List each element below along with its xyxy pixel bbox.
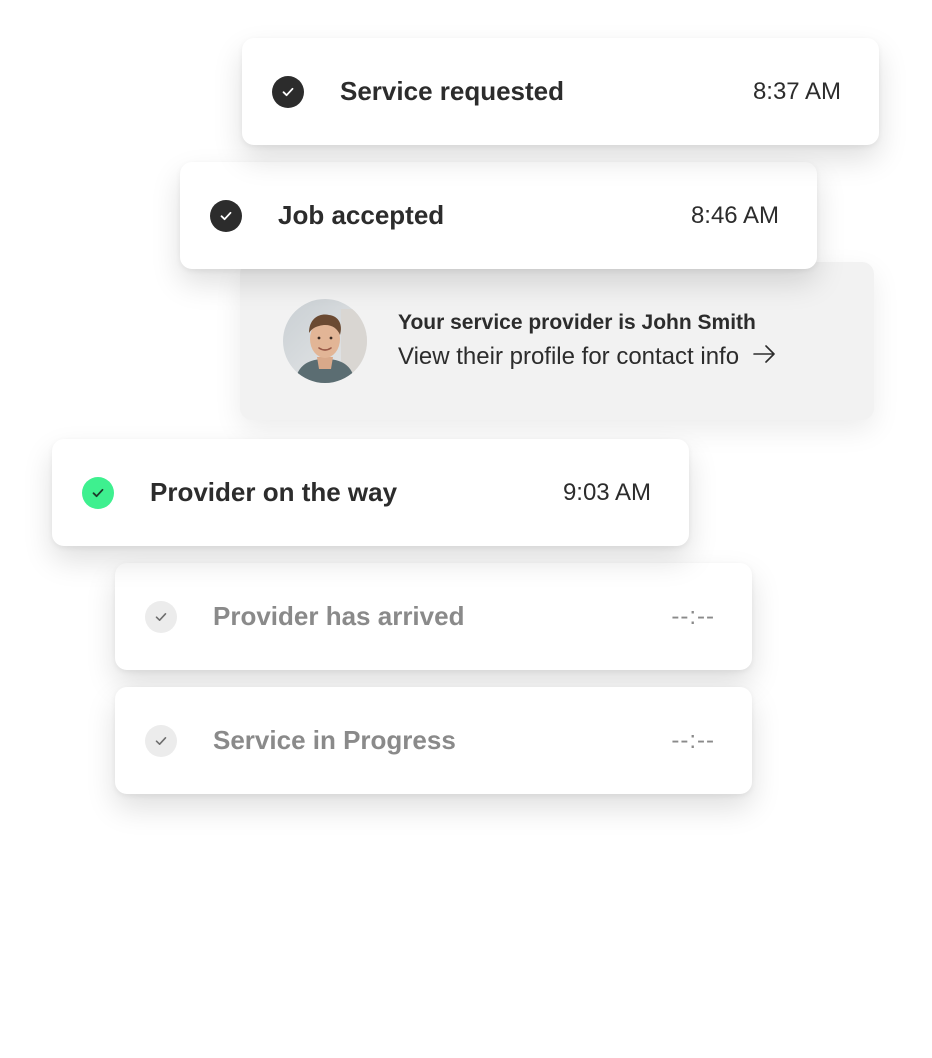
view-profile-link[interactable]: View their profile for contact info (398, 343, 777, 371)
provider-title: Your service provider is John Smith (398, 311, 756, 334)
timeline-item-service-in-progress: Service in Progress --:-- (115, 687, 752, 794)
check-circle-icon (82, 476, 114, 509)
provider-avatar (283, 299, 367, 383)
timeline-item-label: Job accepted (278, 200, 445, 230)
check-circle-icon (272, 75, 304, 108)
timeline-item-provider-on-the-way: Provider on the way 9:03 AM (52, 439, 689, 546)
check-circle-icon (145, 724, 177, 757)
timeline-item-time: 9:03 AM (562, 478, 651, 506)
timeline-item-time: --:-- (671, 602, 715, 630)
timeline-item-label: Provider has arrived (213, 601, 465, 631)
timeline-item-service-requested: Service requested 8:37 AM (242, 38, 879, 145)
timeline-item-time: 8:46 AM (690, 201, 779, 229)
provider-card[interactable]: Your service provider is John Smith View… (240, 262, 874, 420)
timeline-item-job-accepted: Job accepted 8:46 AM (180, 162, 817, 269)
check-circle-icon (210, 199, 242, 232)
timeline-item-provider-arrived: Provider has arrived --:-- (115, 563, 752, 670)
timeline-item-time: --:-- (671, 726, 715, 754)
arrow-right-icon (753, 343, 777, 371)
timeline-item-label: Provider on the way (150, 477, 398, 507)
timeline-item-label: Service requested (340, 76, 565, 106)
check-circle-icon (145, 600, 177, 633)
view-profile-label: View their profile for contact info (398, 343, 740, 370)
timeline-item-time: 8:37 AM (752, 77, 841, 105)
timeline-item-label: Service in Progress (213, 725, 456, 755)
